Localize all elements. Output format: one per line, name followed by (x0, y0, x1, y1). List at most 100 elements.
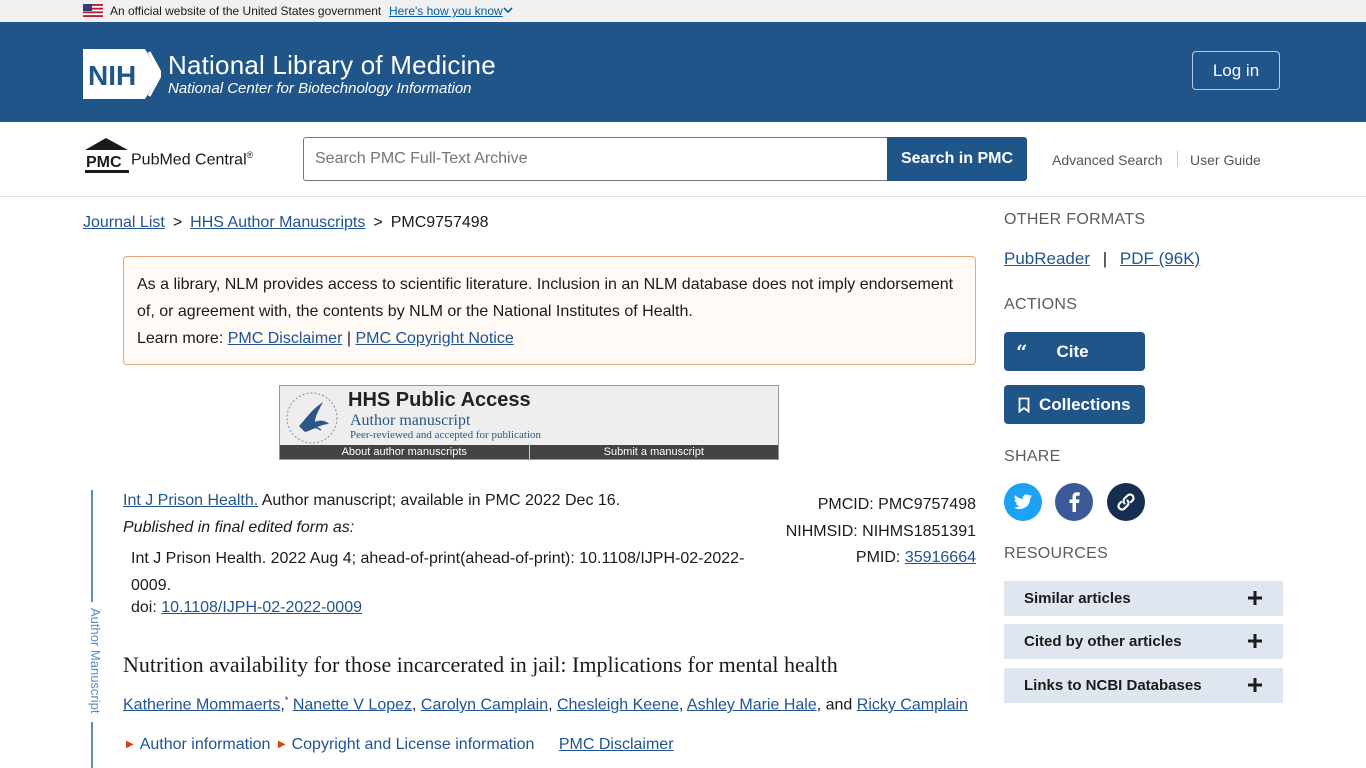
collections-label: Collections (1039, 394, 1131, 414)
breadcrumb-separator: > (373, 214, 383, 231)
resource-label: Cited by other articles (1024, 633, 1182, 650)
disclaimer-text: As a library, NLM provides access to sci… (137, 276, 954, 320)
pmc-logo[interactable]: PMC (82, 136, 132, 174)
pdf-link[interactable]: PDF (96K) (1120, 249, 1200, 268)
author-information-toggle[interactable]: Author information (140, 736, 271, 753)
pmid-link[interactable]: 35916664 (905, 549, 976, 566)
author-separator: , (816, 696, 822, 714)
facebook-share-button[interactable] (1055, 483, 1093, 521)
other-formats-heading: OTHER FORMATS (1004, 211, 1146, 228)
resource-label: Links to NCBI Databases (1024, 677, 1202, 694)
author-manuscript-marker: Author Manuscript (88, 490, 103, 768)
submit-manuscript-link[interactable]: Submit a manuscript (530, 445, 779, 459)
article-pmc-disclaimer-link[interactable]: PMC Disclaimer (559, 736, 674, 753)
nihmsid-label: NIHMSID: (785, 522, 858, 540)
nihmsid-value: NIHMS1851391 (862, 522, 976, 540)
author-link[interactable]: Ricky Camplain (857, 696, 968, 713)
advanced-search-link[interactable]: Advanced Search (1052, 152, 1163, 168)
resource-cited-by[interactable]: Cited by other articles (1004, 624, 1283, 659)
breadcrumb-current: PMC9757498 (390, 214, 489, 231)
nih-logo-text: NIH (88, 60, 136, 91)
marker-line (91, 722, 93, 768)
author-manuscript-label: Author Manuscript (88, 608, 103, 714)
author-link[interactable]: Nanette V Lopez (293, 696, 412, 713)
author-and: and (825, 696, 853, 714)
published-as-label: Published in final edited form as: (123, 519, 355, 536)
share-heading: SHARE (1004, 448, 1061, 465)
pmid: PMID: 35916664 (786, 545, 976, 572)
link-icon (1117, 493, 1135, 511)
brand-registered: ® (246, 150, 254, 160)
chevron-down-icon[interactable] (503, 6, 513, 14)
resource-similar-articles[interactable]: Similar articles (1004, 581, 1283, 616)
nih-logo[interactable]: NIH (83, 49, 161, 99)
article-ids: PMCID: PMC9757498 NIHMSID: NIHMS1851391 … (786, 492, 976, 572)
hhs-seal-icon (286, 392, 338, 444)
pmid-label: PMID: (855, 549, 901, 566)
formats-links: PubReader | PDF (96K) (1004, 249, 1200, 269)
doi-link[interactable]: 10.1108/IJPH-02-2022-0009 (161, 599, 362, 616)
author-note-marker: * (284, 695, 289, 705)
cite-button[interactable]: “ Cite (1004, 332, 1145, 371)
pmcid-label: PMCID: (817, 496, 874, 513)
pmc-copyright-link[interactable]: PMC Copyright Notice (355, 330, 513, 347)
collections-button[interactable]: Collections (1004, 385, 1145, 424)
facebook-icon (1069, 492, 1080, 512)
author-list: Katherine Mommaerts, * Nanette V Lopez, C… (123, 695, 968, 714)
hhs-subtitle: Author manuscript (350, 412, 471, 429)
divider (1177, 151, 1178, 167)
hhs-public-access-banner: HHS Public Access Author manuscript Peer… (279, 385, 779, 460)
resource-label: Similar articles (1024, 590, 1131, 607)
site-subtitle[interactable]: National Center for Biotechnology Inform… (168, 80, 472, 97)
marker-line (91, 490, 93, 602)
actions-heading: ACTIONS (1004, 296, 1078, 313)
search-input[interactable] (303, 137, 888, 181)
breadcrumb-journal-list[interactable]: Journal List (83, 214, 165, 231)
author-link[interactable]: Ashley Marie Hale (687, 696, 817, 713)
site-header: NIH National Library of Medicine Nationa… (0, 22, 1366, 122)
user-guide-link[interactable]: User Guide (1190, 152, 1261, 168)
how-you-know-link[interactable]: Here's how you know (389, 4, 503, 18)
breadcrumb-hhs-author-manuscripts[interactable]: HHS Author Manuscripts (190, 214, 365, 231)
brand-name: PubMed Central (131, 151, 247, 169)
author-link[interactable]: Carolyn Camplain (421, 696, 548, 713)
doi-line: doi: 10.1108/IJPH-02-2022-0009 (131, 599, 362, 617)
about-author-manuscripts-link[interactable]: About author manuscripts (280, 445, 530, 459)
journal-link[interactable]: Int J Prison Health. (123, 492, 258, 509)
author-link[interactable]: Katherine Mommaerts (123, 696, 280, 713)
disclaimer-box: As a library, NLM provides access to sci… (123, 256, 976, 365)
triangle-right-icon[interactable]: ▶ (278, 739, 286, 750)
cite-label: Cite (1056, 341, 1089, 361)
gov-banner: An official website of the United States… (0, 0, 1366, 22)
copy-link-button[interactable] (1107, 483, 1145, 521)
article-title: Nutrition availability for those incarce… (123, 652, 838, 677)
nihmsid: NIHMSID: NIHMS1851391 (786, 519, 976, 546)
pmcid-value: PMC9757498 (878, 496, 976, 513)
citation-line: Int J Prison Health. Author manuscript; … (123, 492, 620, 510)
triangle-right-icon[interactable]: ▶ (126, 739, 134, 750)
article-expanders: ▶ Author information ▶ Copyright and Licen… (123, 736, 674, 754)
pubreader-link[interactable]: PubReader (1004, 249, 1090, 268)
breadcrumb-separator: > (172, 214, 183, 231)
resource-ncbi-links[interactable]: Links to NCBI Databases (1004, 668, 1283, 703)
bookmark-icon (1018, 397, 1030, 413)
pmc-disclaimer-link[interactable]: PMC Disclaimer (228, 330, 343, 347)
search-bar-row: PMC PubMed Central® Search in PMC Advanc… (0, 122, 1366, 197)
pmc-logo-text: PMC (86, 154, 122, 171)
availability-text: Author manuscript; available in PMC 2022… (258, 492, 621, 509)
site-title[interactable]: National Library of Medicine (168, 50, 496, 81)
hhs-note: Peer-reviewed and accepted for publicati… (350, 429, 541, 441)
resources-heading: RESOURCES (1004, 545, 1109, 562)
final-reference: Int J Prison Health. 2022 Aug 4; ahead-o… (131, 550, 745, 594)
hhs-link-bar: About author manuscripts Submit a manusc… (280, 445, 778, 459)
plus-icon (1248, 678, 1262, 692)
search-button[interactable]: Search in PMC (887, 137, 1027, 181)
copyright-toggle[interactable]: Copyright and License information (292, 736, 535, 753)
plus-icon (1248, 591, 1262, 605)
pubmed-central-brand[interactable]: PubMed Central® (131, 150, 253, 169)
twitter-share-button[interactable] (1004, 483, 1042, 521)
learn-more-label: Learn more: (137, 330, 224, 347)
author-separator: , (412, 696, 417, 714)
author-link[interactable]: Chesleigh Keene (557, 696, 679, 713)
login-button[interactable]: Log in (1192, 51, 1280, 90)
